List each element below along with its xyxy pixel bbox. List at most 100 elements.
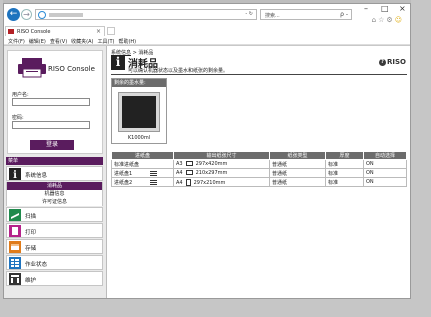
menu-favorites[interactable]: 收藏夹(A): [71, 38, 93, 45]
storage-icon: [9, 241, 21, 253]
riso-brand: ? RISO: [379, 58, 406, 66]
favicon-icon: [8, 29, 14, 34]
ink-cartridge-image: [118, 92, 160, 132]
tab-label: RISO Console: [17, 29, 51, 35]
title-divider: [111, 74, 407, 75]
cell-thickness: 标准: [325, 168, 364, 178]
login-button[interactable]: 登录: [30, 140, 74, 150]
sidebar-item-label: 系统信息: [25, 173, 48, 179]
menu-bar: 文件(F) 编辑(E) 查看(V) 收藏夹(A) 工具(T) 帮助(H): [4, 36, 410, 45]
username-field[interactable]: [12, 98, 90, 106]
address-url: [49, 13, 83, 17]
tray-table: 进纸盘 输出纸张尺寸 纸张类型 厚度 自动选择 标准进纸盘 A3 297x420m…: [111, 151, 407, 187]
maximize-button[interactable]: □: [381, 4, 389, 13]
table-row: 进纸盘1 A4 210x297mm 普通纸 标准 ON: [111, 168, 407, 178]
search-input[interactable]: 搜索... ρ -: [260, 9, 352, 20]
title-bar: ← → - ↻ 搜索... ρ - – □ × ⌂☆⚙☺: [4, 4, 410, 26]
paper-portrait-icon: [185, 178, 191, 186]
menu-tools[interactable]: 工具(T): [98, 38, 115, 45]
col-auto: 自动选择: [363, 151, 407, 160]
address-bar[interactable]: - ↻: [35, 9, 257, 20]
info-icon: i: [9, 168, 21, 180]
cell-auto: ON: [363, 168, 407, 178]
page-subtitle: 可以确认机器状态以及墨水和纸张的剩余量。: [128, 68, 229, 74]
search-icon[interactable]: ρ -: [340, 11, 348, 18]
paper-landscape-icon: [185, 161, 193, 166]
sidebar-item-label: 作业状态: [25, 262, 48, 268]
tray-settings-icon[interactable]: [150, 170, 158, 176]
toolbar-icons: ⌂☆⚙☺: [372, 16, 404, 24]
col-size: 输出纸张尺寸: [173, 151, 270, 160]
cell-size: A3 297x420mm: [173, 159, 270, 169]
new-tab-button[interactable]: [107, 27, 115, 35]
sidebar-item-system-info[interactable]: i 系统信息: [6, 166, 103, 181]
sidebar: RISO Console 用户名: 密码: 登录 菜单 i 系统信息 消耗品 机…: [4, 46, 107, 298]
password-field[interactable]: [12, 121, 90, 129]
sidebar-item-label: 扫描: [25, 214, 37, 220]
cell-tray: 进纸盘1: [111, 168, 174, 178]
sidebar-subitem-license-info[interactable]: 许可证信息: [6, 198, 103, 206]
tray-settings-icon[interactable]: [150, 179, 158, 185]
tab-close-icon[interactable]: ×: [96, 28, 101, 35]
cell-size: A4 297x210mm: [173, 177, 270, 187]
col-type: 纸张类型: [269, 151, 326, 160]
logo-text: RISO Console: [48, 65, 95, 73]
menu-file[interactable]: 文件(F): [8, 38, 25, 45]
cell-type: 普通纸: [269, 159, 326, 169]
ink-name: K1000ml: [127, 135, 151, 141]
menu-edit[interactable]: 编辑(E): [29, 38, 46, 45]
browser-window: ← → - ↻ 搜索... ρ - – □ × ⌂☆⚙☺ RISO Consol…: [3, 3, 411, 299]
help-icon[interactable]: ?: [379, 58, 386, 66]
forward-button[interactable]: →: [21, 9, 32, 20]
table-row: 标准进纸盘 A3 297x420mm 普通纸 标准 ON: [111, 159, 407, 169]
close-button[interactable]: ×: [399, 4, 406, 13]
print-icon: [9, 225, 21, 237]
menu-help[interactable]: 帮助(H): [118, 38, 136, 45]
col-thickness: 厚度: [325, 151, 364, 160]
smiley-icon[interactable]: ☺: [395, 16, 404, 24]
ink-remaining-panel: 剩余的墨水量: K1000ml: [111, 78, 167, 144]
menu-view[interactable]: 查看(V): [50, 38, 67, 45]
outer-frame-right: [411, 0, 431, 317]
sidebar-subitem-machine-info[interactable]: 机器信息: [6, 190, 103, 198]
cell-auto: ON: [363, 177, 407, 187]
outer-frame-bottom: [0, 299, 431, 317]
sidebar-item-print[interactable]: 打印: [6, 223, 103, 238]
minimize-button[interactable]: –: [364, 4, 368, 13]
cell-type: 普通纸: [269, 177, 326, 187]
main-panel: 系统信息 > 消耗品 i 消耗品 可以确认机器状态以及墨水和纸张的剩余量。 ? R…: [108, 46, 410, 298]
info-icon: i: [111, 55, 125, 70]
sidebar-item-job-status[interactable]: 作业状态: [6, 255, 103, 270]
table-row: 进纸盘2 A4 297x210mm 普通纸 标准 ON: [111, 177, 407, 187]
sidebar-subitem-consumables[interactable]: 消耗品: [6, 182, 103, 190]
sidebar-item-maintenance[interactable]: 维护: [6, 271, 103, 286]
cell-tray: 标准进纸盘: [111, 159, 174, 169]
login-panel: RISO Console 用户名: 密码: 登录: [7, 50, 103, 154]
password-label: 密码:: [12, 115, 24, 121]
sidebar-item-label: 存储: [25, 246, 37, 252]
job-status-icon: [9, 257, 21, 269]
cell-thickness: 标准: [325, 177, 364, 187]
sidebar-item-storage[interactable]: 存储: [6, 239, 103, 254]
cell-size: A4 210x297mm: [173, 168, 270, 178]
address-refresh[interactable]: - ↻: [245, 11, 253, 17]
brand-text: RISO: [387, 58, 406, 66]
cell-type: 普通纸: [269, 168, 326, 178]
col-tray: 进纸盘: [111, 151, 174, 160]
sidebar-item-label: 维护: [25, 278, 37, 284]
cell-thickness: 标准: [325, 159, 364, 169]
table-header-row: 进纸盘 输出纸张尺寸 纸张类型 厚度 自动选择: [111, 151, 407, 160]
menu-section-header: 菜单: [6, 157, 103, 165]
gear-icon[interactable]: ⚙: [386, 16, 394, 24]
maintenance-icon: [9, 273, 21, 285]
back-button[interactable]: ←: [7, 8, 20, 21]
scan-icon: [9, 209, 21, 221]
tab-riso-console[interactable]: RISO Console ×: [5, 26, 105, 36]
sidebar-item-label: 打印: [25, 230, 37, 236]
search-placeholder: 搜索...: [265, 13, 280, 19]
cell-tray: 进纸盘2: [111, 177, 174, 187]
tab-row: RISO Console ×: [4, 26, 410, 36]
username-label: 用户名:: [12, 92, 29, 98]
cell-auto: ON: [363, 159, 407, 169]
sidebar-item-scan[interactable]: 扫描: [6, 207, 103, 222]
